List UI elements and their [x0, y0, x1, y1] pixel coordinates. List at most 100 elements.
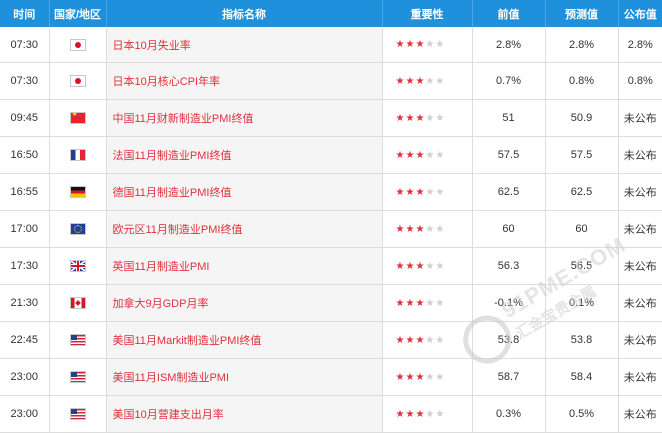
star-filled-icon: ★	[415, 112, 426, 124]
japan-flag-icon	[70, 39, 85, 50]
country-cell	[49, 173, 107, 211]
star-filled-icon: ★	[395, 223, 406, 235]
star-filled-icon: ★	[405, 371, 416, 383]
indicator-name-link[interactable]: 日本10月失业率	[106, 27, 383, 63]
star-filled-icon: ★	[395, 260, 406, 272]
star-filled-icon: ★	[395, 112, 406, 124]
indicator-name-link[interactable]: 美国11月ISM制造业PMI	[106, 358, 383, 396]
star-filled-icon: ★	[415, 371, 426, 383]
published-value: 未公布	[618, 210, 662, 248]
table-row[interactable]: 16:55 德国11月制造业PMI终值 ★★★★★ 62.5 62.5 未公布	[0, 173, 662, 211]
table-row[interactable]: 07:30 日本10月失业率 ★★★★★ 2.8% 2.8% 2.8%	[0, 27, 662, 63]
star-filled-icon: ★	[395, 297, 406, 309]
table-row[interactable]: 23:00 美国10月营建支出月率 ★★★★★ 0.3% 0.5% 未公布	[0, 395, 662, 433]
table-row[interactable]: 22:45 美国11月Markit制造业PMI终值 ★★★★★ 53.8 53.8 未公布	[0, 321, 662, 359]
time-cell: 16:50	[0, 136, 50, 174]
star-empty-icon: ★	[435, 334, 446, 346]
star-filled-icon: ★	[415, 186, 426, 198]
time-cell: 07:30	[0, 62, 50, 100]
star-filled-icon: ★	[405, 112, 416, 124]
table-row[interactable]: 21:30 加拿大9月GDP月率 ★★★★★ -0.1% 0.1% 未公布	[0, 284, 662, 322]
indicator-name-link[interactable]: 美国10月营建支出月率	[106, 395, 383, 433]
previous-value: 56.3	[472, 247, 546, 285]
table-row[interactable]: 17:30 英国11月制造业PMI ★★★★★ 56.3 56.5 未公布	[0, 247, 662, 285]
country-cell	[49, 210, 107, 248]
table-row[interactable]: 09:45中国11月财新制造业PMI终值★★★★★5150.9未公布	[0, 99, 662, 137]
header-forecast: 预测值	[545, 0, 619, 27]
star-filled-icon: ★	[395, 39, 406, 50]
star-filled-icon: ★	[405, 297, 416, 309]
table-row[interactable]: 17:00 欧元区11月制造业PMI终值 ★★★★★ 60 60 未公布	[0, 210, 662, 248]
table-row[interactable]: 23:00 美国11月ISM制造业PMI ★★★★★ 58.7 58.4 未公布	[0, 358, 662, 396]
star-filled-icon: ★	[415, 149, 426, 161]
star-empty-icon: ★	[435, 112, 446, 124]
previous-value: -0.1%	[472, 284, 546, 322]
country-cell	[49, 62, 107, 100]
country-cell	[49, 136, 107, 174]
time-cell: 17:00	[0, 210, 50, 248]
star-filled-icon: ★	[415, 75, 426, 87]
published-value: 2.8%	[618, 27, 662, 63]
germany-flag-icon	[70, 187, 85, 198]
eu-flag-icon	[70, 224, 85, 235]
published-value: 未公布	[618, 395, 662, 433]
france-flag-icon	[70, 150, 85, 161]
indicator-name-link[interactable]: 欧元区11月制造业PMI终值	[106, 210, 383, 248]
star-filled-icon: ★	[395, 408, 406, 420]
indicator-name-link[interactable]: 法国11月制造业PMI终值	[106, 136, 383, 174]
time-cell: 17:30	[0, 247, 50, 285]
uk-flag-icon	[70, 261, 85, 272]
indicator-name-link[interactable]: 美国11月Markit制造业PMI终值	[106, 321, 383, 359]
star-empty-icon: ★	[425, 39, 436, 50]
table-row[interactable]: 16:50 法国11月制造业PMI终值 ★★★★★ 57.5 57.5 未公布	[0, 136, 662, 174]
importance-stars: ★★★★★	[382, 210, 473, 248]
forecast-value: 56.5	[545, 247, 619, 285]
importance-stars: ★★★★★	[382, 247, 473, 285]
star-filled-icon: ★	[415, 408, 426, 420]
star-empty-icon: ★	[425, 112, 436, 124]
star-filled-icon: ★	[415, 297, 426, 309]
indicator-name-link[interactable]: 中国11月财新制造业PMI终值	[106, 99, 383, 137]
star-empty-icon: ★	[425, 186, 436, 198]
indicator-name-link[interactable]: 日本10月核心CPI年率	[106, 62, 383, 100]
previous-value: 51	[472, 99, 546, 137]
time-cell: 22:45	[0, 321, 50, 359]
country-cell	[49, 27, 107, 63]
importance-stars: ★★★★★	[382, 284, 473, 322]
time-cell: 07:30	[0, 27, 50, 63]
indicator-name-link[interactable]: 英国11月制造业PMI	[106, 247, 383, 285]
indicator-name-link[interactable]: 加拿大9月GDP月率	[106, 284, 383, 322]
published-value: 未公布	[618, 173, 662, 211]
header-previous: 前值	[472, 0, 546, 27]
star-empty-icon: ★	[435, 297, 446, 309]
importance-stars: ★★★★★	[382, 136, 473, 174]
star-empty-icon: ★	[435, 260, 446, 272]
previous-value: 0.3%	[472, 395, 546, 433]
country-cell	[49, 284, 107, 322]
star-empty-icon: ★	[425, 223, 436, 235]
published-value: 未公布	[618, 358, 662, 396]
published-value: 未公布	[618, 99, 662, 137]
importance-stars: ★★★★★	[382, 62, 473, 100]
country-cell	[49, 321, 107, 359]
usa-flag-icon	[70, 372, 85, 383]
previous-value: 53.8	[472, 321, 546, 359]
previous-value: 57.5	[472, 136, 546, 174]
star-empty-icon: ★	[425, 297, 436, 309]
importance-stars: ★★★★★	[382, 99, 473, 137]
usa-flag-icon	[70, 335, 85, 346]
forecast-value: 53.8	[545, 321, 619, 359]
star-filled-icon: ★	[415, 39, 426, 50]
importance-stars: ★★★★★	[382, 395, 473, 433]
forecast-value: 50.9	[545, 99, 619, 137]
published-value: 未公布	[618, 321, 662, 359]
previous-value: 0.7%	[472, 62, 546, 100]
previous-value: 2.8%	[472, 27, 546, 63]
time-cell: 09:45	[0, 99, 50, 137]
forecast-value: 62.5	[545, 173, 619, 211]
importance-stars: ★★★★★	[382, 321, 473, 359]
indicator-name-link[interactable]: 德国11月制造业PMI终值	[106, 173, 383, 211]
table-row[interactable]: 07:30 日本10月核心CPI年率 ★★★★★ 0.7% 0.8% 0.8%	[0, 62, 662, 100]
table-header-row: 时间 国家/地区 指标名称 重要性 前值 预测值 公布值	[0, 0, 662, 27]
star-filled-icon: ★	[405, 223, 416, 235]
